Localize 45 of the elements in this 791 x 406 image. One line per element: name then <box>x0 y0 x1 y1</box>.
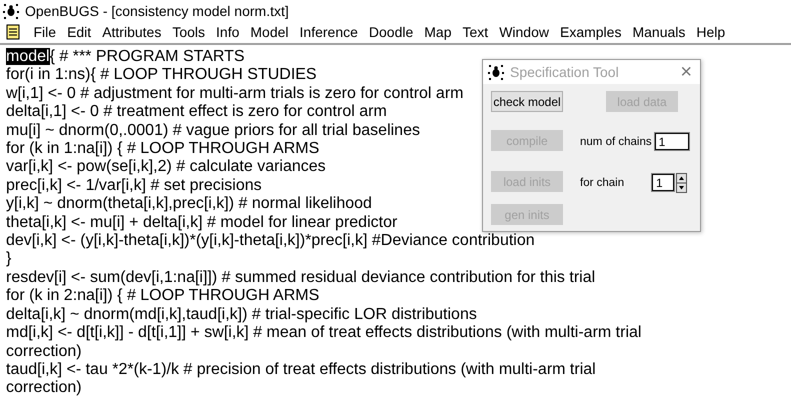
field-label: for chain <box>580 176 626 188</box>
code-line: md[i,k] <- d[t[i,k]] - d[t[i,1]] + sw[i,k] # mean of treat effects distributions (with multi-arm trial <box>6 324 642 342</box>
chain-field[interactable]: 1 <box>652 174 674 191</box>
spinner-arrows-icon[interactable] <box>676 172 687 192</box>
menu-item[interactable]: Map <box>418 22 457 42</box>
code-line: y[i,k] ~ dnorm(theta[i,k],prec[i,k]) # normal likelihood <box>6 195 372 214</box>
menu-item[interactable]: Edit <box>62 22 97 42</box>
code-line: for (k in 2:na[i]) { # LOOP THROUGH ARMS <box>6 287 320 306</box>
menu-item[interactable]: Window <box>494 22 554 42</box>
code-line: model{ # *** PROGRAM STARTS <box>6 48 245 65</box>
menu-item[interactable]: Model <box>244 22 294 42</box>
app-icon <box>3 2 19 18</box>
menu-item[interactable]: Info <box>210 22 245 42</box>
code-line: var[i,k] <- pow(se[i,k],2) # calculate variances <box>6 158 326 177</box>
menu-item[interactable]: Inference <box>294 22 364 42</box>
dialog-title: Specification Tool <box>510 64 619 80</box>
code-line: delta[i,1] <- 0 # treatment effect is zero for control arm <box>6 103 387 122</box>
field-label: num of chains <box>580 136 652 148</box>
code-line: theta[i,k] <- mu[i] + delta[i,k] # model for linear predictor <box>6 214 398 232</box>
code-line: dev[i,k] <- (y[i,k]-theta[i,k])*(y[i,k]-theta[i,k])*prec[i,k] #Deviance contribution <box>6 232 535 250</box>
code-line: correction) <box>6 379 82 398</box>
menu-item[interactable]: Doodle <box>363 22 419 42</box>
code-line: mu[i] ~ dnorm(0,.0001) # vague priors for all trial baselines <box>6 122 420 140</box>
chains-field[interactable]: 1 <box>654 133 689 150</box>
menu-item[interactable]: Tools <box>166 22 211 42</box>
code-line: delta[i,k] ~ dnorm(md[i,k],taud[i,k]) # trial-specific LOR distributions <box>6 306 477 324</box>
app-icon <box>488 64 504 80</box>
code-line: correction) <box>6 342 82 361</box>
code-line: prec[i,k] <- 1/var[i,k] # set precisions <box>6 176 262 196</box>
window-title: OpenBUGS - [consistency model norm.txt] <box>25 2 289 18</box>
menu-item[interactable]: File <box>28 22 62 42</box>
menu-item[interactable]: Manuals <box>626 22 691 42</box>
action-button[interactable]: check model <box>491 91 563 112</box>
close-button[interactable]: × <box>680 63 692 81</box>
code-line: for(i in 1:ns){ # LOOP THROUGH STUDIES <box>6 66 317 85</box>
document-icon <box>6 24 20 40</box>
code-line: w[i,1] <- 0 # adjustment for multi-arm trials is zero for control arm <box>6 84 464 104</box>
menu-item[interactable]: Help <box>690 22 731 42</box>
code-line: for (k in 1:na[i]) { # LOOP THROUGH ARMS <box>6 140 320 158</box>
code-line: } <box>6 250 12 269</box>
menu-item[interactable]: Attributes <box>96 22 167 42</box>
menu-item[interactable]: Examples <box>554 22 627 42</box>
menu-item[interactable]: Text <box>457 22 494 42</box>
code-line: taud[i,k] <- tau *2*(k-1)/k # precision of treat effects distributions (with multi-arm trial <box>6 360 596 380</box>
code-line: resdev[i] <- sum(dev[i,1:na[i]]) # summed residual deviance contribution for this trial <box>6 268 596 288</box>
